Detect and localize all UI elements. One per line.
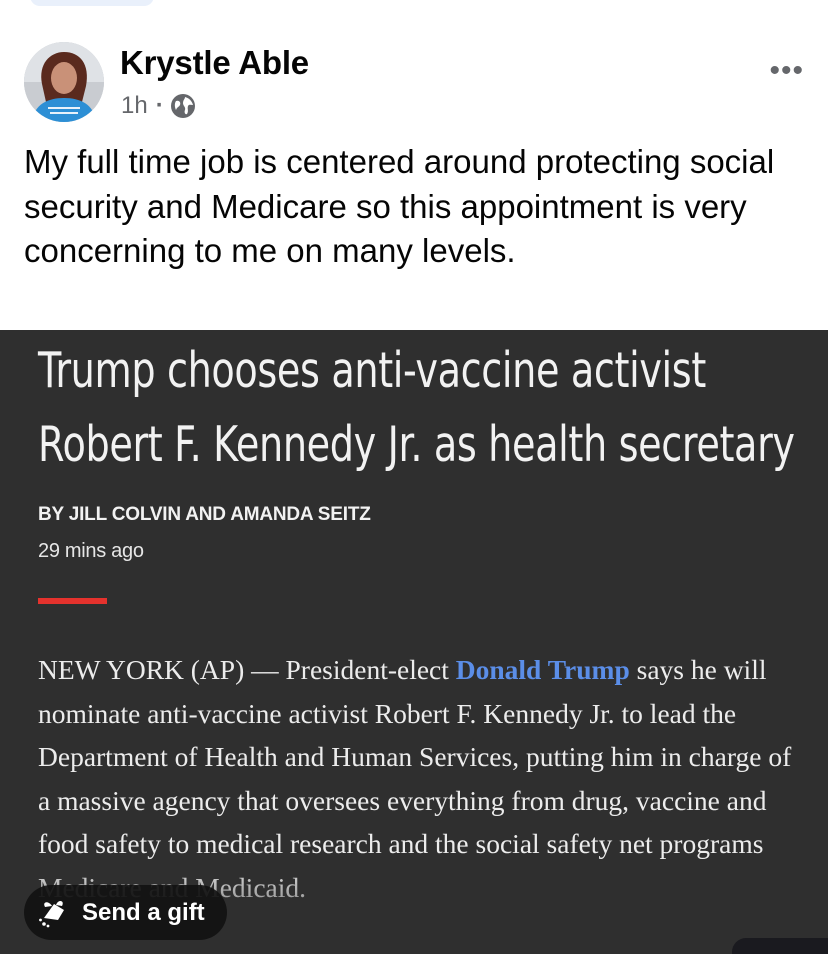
globe-icon[interactable] — [170, 93, 196, 119]
article-byline: BY JILL COLVIN AND AMANDA SEITZ — [38, 504, 371, 525]
article-timestamp: 29 mins ago — [38, 540, 144, 562]
article-preview[interactable]: Trump chooses anti-vaccine activist Robe… — [0, 330, 828, 954]
send-gift-label: Send a gift — [82, 898, 205, 926]
donald-trump-link[interactable]: Donald Trump — [456, 654, 630, 685]
meta-separator: · — [155, 92, 164, 119]
body-text-rest: says he will nominate anti-vaccine activ… — [38, 654, 792, 903]
post-text: My full time job is centered around prot… — [24, 143, 775, 269]
accent-rule — [38, 598, 107, 604]
body-text-start: NEW YORK (AP) — President-elect — [38, 654, 456, 685]
corner-overlay — [732, 938, 828, 954]
send-gift-button[interactable]: Send a gift — [24, 885, 227, 940]
avatar[interactable] — [24, 42, 104, 122]
more-horizontal-icon[interactable]: ••• — [769, 56, 804, 86]
article-body: NEW YORK (AP) — President-elect Donald T… — [38, 648, 798, 909]
gift-icon — [38, 896, 72, 930]
author-name[interactable]: Krystle Able — [120, 44, 309, 82]
top-pill — [30, 0, 154, 6]
post-header: Krystle Able 1h · ••• — [24, 42, 828, 132]
post-meta: 1h · — [121, 92, 196, 120]
article-headline: Trump chooses anti-vaccine activist Robe… — [38, 334, 795, 482]
headline-line-1: Trump chooses anti-vaccine activist — [38, 342, 706, 399]
post-time[interactable]: 1h — [121, 92, 148, 120]
headline-line-2: Robert F. Kennedy Jr. as health secretar… — [38, 416, 795, 473]
